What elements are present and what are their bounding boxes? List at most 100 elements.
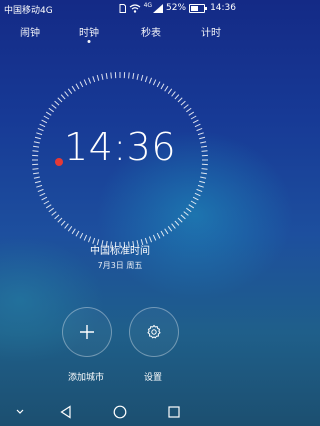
dial-tick: [51, 104, 57, 109]
dial-tick: [171, 91, 176, 97]
dial-tick: [105, 73, 108, 80]
dial-tick: [41, 119, 48, 124]
dial-tick: [156, 232, 161, 239]
dial-tick: [167, 226, 173, 232]
dial-tick: [177, 217, 183, 223]
dial-tick: [128, 72, 130, 79]
tab-bar: 闹钟 时钟 秒表 计时: [0, 24, 240, 48]
dial-tick: [60, 220, 66, 226]
dial-tick: [186, 107, 192, 113]
dial-tick: [34, 180, 41, 184]
plus-icon: [80, 325, 94, 339]
dial-tick: [200, 172, 207, 175]
network-type: 4G: [143, 1, 153, 9]
dial-tick: [87, 77, 92, 84]
dial-tick: [33, 176, 40, 179]
dial-tick: [188, 204, 195, 209]
back-icon[interactable]: [58, 404, 74, 420]
dial-tick: [160, 230, 165, 237]
dial-tick: [39, 192, 46, 197]
dial-tick: [75, 83, 80, 90]
dial-tick: [64, 91, 69, 97]
dial-tick: [174, 94, 180, 100]
dial-tick: [190, 115, 197, 120]
dial-tick: [136, 73, 139, 80]
dial-tick: [148, 77, 153, 84]
dial-tick: [83, 79, 88, 86]
tab-timer[interactable]: 计时: [201, 24, 221, 39]
clock-time: 14:36: [63, 125, 176, 169]
dial-tick: [174, 220, 180, 226]
dial-tick: [75, 230, 80, 237]
dial-tick: [54, 214, 60, 220]
dial-tick: [67, 88, 73, 94]
dial-tick: [33, 172, 40, 175]
tab-clock[interactable]: 时钟: [79, 24, 99, 39]
date-label: 7月3日 周五: [97, 261, 143, 270]
dial-tick: [57, 217, 63, 223]
dial-tick: [186, 207, 192, 213]
add-city-button[interactable]: [62, 307, 112, 357]
dial-tick: [199, 180, 206, 184]
dial-tick: [45, 204, 52, 209]
settings-button[interactable]: [129, 307, 179, 357]
dial-tick: [132, 73, 135, 80]
dial-tick: [101, 73, 104, 80]
dial-tick: [71, 228, 76, 235]
settings-label: 设置: [143, 373, 163, 383]
wifi-icon: [129, 3, 140, 13]
dial-tick: [183, 211, 189, 216]
dial-tick: [180, 100, 186, 106]
dial-tick: [67, 226, 73, 232]
status-icons: 4G 52% 14:36: [119, 1, 236, 13]
timezone-label: 中国标准时间: [90, 246, 150, 257]
dial-tick: [83, 234, 88, 241]
dial-tick: [48, 207, 54, 213]
dial-tick: [64, 223, 69, 229]
dial-tick: [152, 234, 157, 241]
home-icon[interactable]: [112, 404, 128, 420]
gear-icon: [147, 324, 161, 339]
dial-tick: [60, 94, 66, 100]
dial-tick: [183, 104, 189, 109]
dial-tick: [194, 192, 201, 197]
dial-tick: [79, 81, 84, 88]
dial-tick: [192, 119, 199, 124]
dial-tick: [110, 72, 112, 79]
dial-tick: [45, 111, 52, 116]
dial-tick: [152, 79, 157, 86]
dial-tick: [51, 211, 57, 216]
dial-tick: [164, 85, 169, 92]
dial-tick: [41, 196, 48, 201]
tab-stopwatch[interactable]: 秒表: [141, 24, 161, 39]
dial-tick: [156, 81, 161, 88]
battery-percent: 52%: [166, 3, 187, 13]
status-bar: 中国移动4G 4G 52% 14:36: [0, 0, 240, 18]
dial-tick: [192, 196, 199, 201]
battery-icon: [189, 3, 208, 13]
dial-tick: [188, 111, 195, 116]
dial-tick: [36, 184, 43, 188]
dial-tick: [37, 188, 44, 193]
dial-tick: [171, 223, 176, 229]
carrier-label: 中国移动4G: [4, 6, 53, 16]
dial-tick: [160, 83, 165, 90]
signal-icon: [153, 3, 164, 13]
dial-tick: [96, 74, 100, 81]
tab-alarm[interactable]: 闹钟: [20, 24, 40, 39]
sim-icon: [119, 3, 126, 13]
dial-tick: [57, 97, 63, 103]
dial-tick: [48, 107, 54, 113]
dial-tick: [196, 188, 203, 193]
dial-tick: [180, 214, 186, 220]
add-city-label: 添加城市: [67, 373, 105, 383]
navigation-bar: [0, 398, 240, 426]
collapse-icon[interactable]: [12, 404, 28, 420]
dial-tick: [140, 74, 144, 81]
dial-tick: [144, 76, 148, 83]
dial-tick: [177, 97, 183, 103]
dial-tick: [190, 200, 197, 205]
status-clock: 14:36: [210, 3, 236, 13]
dial-tick: [54, 100, 60, 106]
recents-icon[interactable]: [166, 404, 182, 420]
